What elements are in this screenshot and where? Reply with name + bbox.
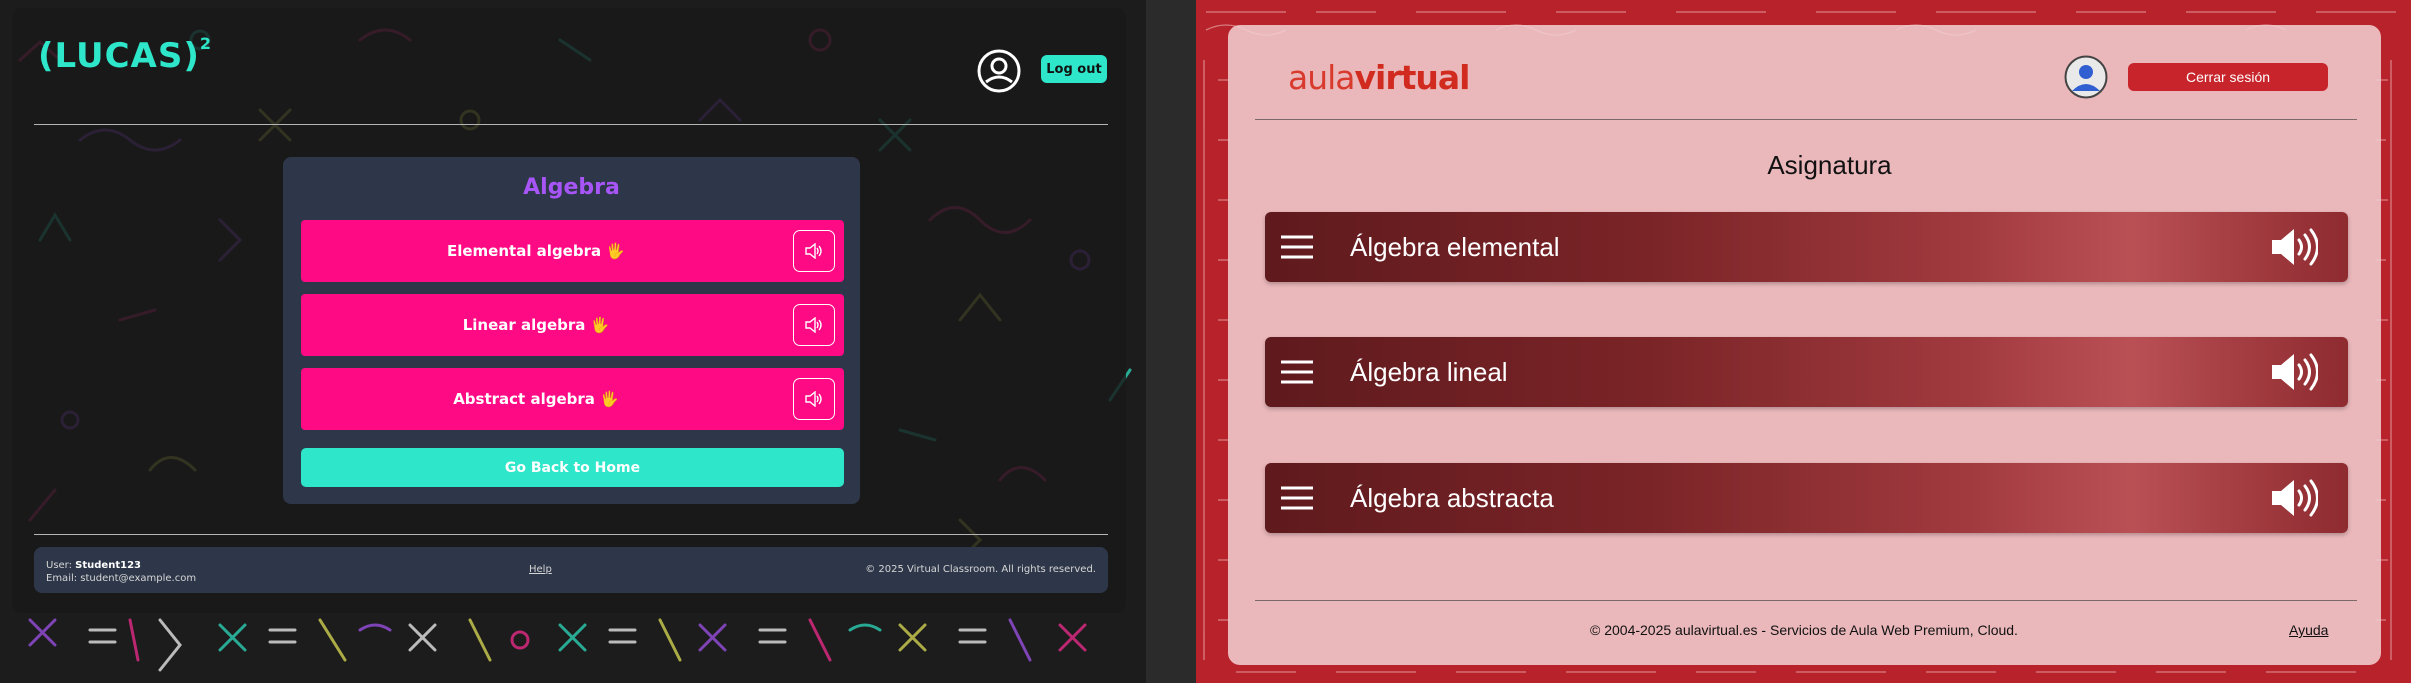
help-link[interactable]: Ayuda [2289, 622, 2328, 638]
go-home-button[interactable]: Go Back to Home [301, 448, 844, 487]
logo-virtual: virtual [1354, 58, 1471, 97]
topic-item-linear[interactable]: Linear algebra 🖐 [301, 294, 844, 356]
aulavirtual-logo[interactable]: aulavirtual [1288, 58, 1471, 97]
logout-button[interactable]: Cerrar sesión [2128, 63, 2328, 91]
subject-item-abstracta[interactable]: Álgebra abstracta [1265, 463, 2348, 533]
topic-label: Abstract algebra 🖐 [453, 390, 619, 408]
card-title: Algebra [523, 175, 620, 200]
logo-aula: aula [1288, 58, 1356, 97]
topic-label: Linear algebra 🖐 [462, 316, 610, 334]
topic-item-abstract[interactable]: Abstract algebra 🖐 [301, 368, 844, 430]
speaker-icon [805, 391, 822, 407]
hamburger-menu-icon[interactable] [1279, 485, 1315, 511]
hamburger-menu-icon[interactable] [1279, 234, 1315, 260]
user-info: User: Student123 Email: student@example.… [46, 559, 196, 585]
speaker-button[interactable] [793, 304, 835, 346]
user-email: Email: student@example.com [46, 573, 197, 584]
user-name: Student123 [75, 560, 141, 571]
copyright-text: © 2004-2025 aulavirtual.es - Servicios d… [1590, 622, 2018, 638]
page-title: Asignatura [1767, 150, 1892, 180]
logo-superscript: 2 [199, 33, 213, 53]
speaker-icon[interactable] [2270, 477, 2318, 519]
topic-item-elemental[interactable]: Elemental algebra 🖐 [301, 220, 844, 282]
speaker-icon [805, 317, 822, 333]
help-link[interactable]: Help [529, 564, 552, 575]
footer-divider [1255, 600, 2357, 601]
subject-label: Álgebra lineal [1350, 356, 1508, 387]
logo-text: (LUCAS) [38, 36, 200, 76]
speaker-button[interactable] [793, 230, 835, 272]
header-divider [34, 124, 1108, 125]
subject-label: Álgebra elemental [1350, 231, 1560, 262]
speaker-icon[interactable] [2270, 351, 2318, 393]
header-divider [1255, 119, 2357, 120]
user-prefix: User: [46, 560, 76, 571]
user-circle-icon[interactable] [976, 48, 1022, 94]
lucas-footer: User: Student123 Email: student@example.… [34, 547, 1108, 593]
algebra-card: Algebra Elemental algebra 🖐 Linear algeb… [283, 157, 860, 504]
subject-label: Álgebra abstracta [1350, 482, 1554, 513]
subject-item-lineal[interactable]: Álgebra lineal [1265, 337, 2348, 407]
footer-divider [34, 534, 1108, 535]
speaker-icon[interactable] [2270, 226, 2318, 268]
logout-button[interactable]: Log out [1041, 55, 1107, 83]
speaker-icon [805, 243, 822, 259]
speaker-button[interactable] [793, 378, 835, 420]
topic-label: Elemental algebra 🖐 [446, 242, 626, 260]
lucas-logo[interactable]: (LUCAS)2 [38, 33, 213, 76]
copyright-text: © 2025 Virtual Classroom. All rights res… [865, 564, 1096, 575]
hamburger-menu-icon[interactable] [1279, 359, 1315, 385]
subject-item-elemental[interactable]: Álgebra elemental [1265, 212, 2348, 282]
avatar-icon[interactable] [2064, 55, 2108, 99]
